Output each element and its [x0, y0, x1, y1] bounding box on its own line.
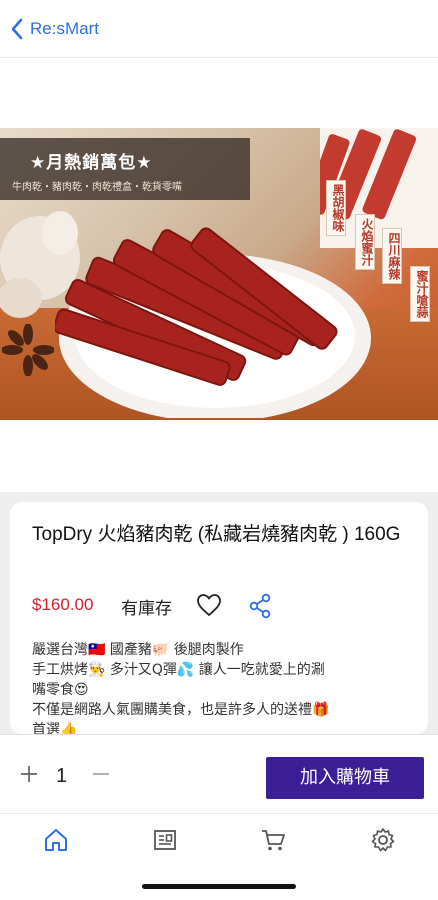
heart-icon	[197, 594, 221, 617]
flavor-tag: 火焰蜜汁	[355, 214, 375, 270]
product-image: ★月熱銷萬包★ 牛肉乾・豬肉乾・肉乾禮盒・乾貨零嘴 黑胡椒味 火焰蜜汁 四川麻辣…	[0, 128, 438, 420]
tab-home[interactable]	[42, 826, 70, 854]
bottom-tab-bar	[0, 814, 438, 870]
top-navigation-bar: Re:sMart	[0, 0, 438, 58]
description-line: 嘴零食😍	[32, 682, 89, 698]
promo-banner-title: ★月熱銷萬包★	[30, 153, 153, 173]
quantity-value: 1	[56, 765, 68, 787]
product-price: $160.00	[32, 595, 94, 614]
purchase-bar: 1 加入購物車	[0, 734, 438, 814]
back-label: Re:sMart	[30, 18, 99, 38]
image-plate-with-jerky	[55, 227, 371, 418]
home-icon	[45, 829, 67, 851]
share-button[interactable]	[248, 593, 272, 623]
home-indicator	[142, 884, 296, 889]
tab-settings[interactable]	[369, 826, 397, 854]
back-button[interactable]: Re:sMart	[10, 18, 99, 40]
description-line: 首選👍	[32, 722, 78, 734]
share-icon	[249, 593, 271, 619]
product-info-card: TopDry 火焰豬肉乾 (私藏岩燒豬肉乾 ) 160G $160.00 有庫存…	[10, 502, 428, 734]
plus-icon	[21, 766, 37, 782]
flavor-tag: 蜜汁嗆蒜	[410, 266, 430, 322]
product-title: TopDry 火焰豬肉乾 (私藏岩燒豬肉乾 ) 160G	[32, 524, 401, 545]
settings-icon	[371, 828, 395, 852]
tab-cart[interactable]	[259, 826, 287, 854]
product-description: 嚴選台灣🇹🇼 國產豬🐖 後腿肉製作 手工烘烤👨‍🍳 多汁又Q彈💦 讓人一吃就愛上…	[32, 640, 412, 734]
flavor-tag: 黑胡椒味	[326, 180, 346, 236]
description-line: 手工烘烤👨‍🍳 多汁又Q彈💦 讓人一吃就愛上的涮	[32, 662, 325, 678]
description-line: 不僅是網路人氣團購美食，也是許多人的送禮🎁	[32, 702, 330, 718]
favorite-button[interactable]	[196, 593, 222, 621]
cart-icon	[262, 830, 285, 851]
minus-icon	[93, 773, 109, 775]
decrease-quantity-button[interactable]	[90, 763, 112, 785]
chevron-left-icon	[11, 18, 23, 39]
stock-status: 有庫存	[121, 599, 172, 619]
tab-news[interactable]	[151, 826, 179, 854]
add-to-cart-button[interactable]: 加入購物車	[266, 757, 424, 799]
promo-banner-subtitle: 牛肉乾・豬肉乾・肉乾禮盒・乾貨零嘴	[12, 182, 182, 193]
description-line: 嚴選台灣🇹🇼 國產豬🐖 後腿肉製作	[32, 642, 244, 658]
news-icon	[154, 830, 176, 850]
flavor-tag: 四川麻辣	[382, 228, 402, 284]
increase-quantity-button[interactable]	[18, 763, 40, 785]
image-star-anise	[2, 324, 54, 376]
